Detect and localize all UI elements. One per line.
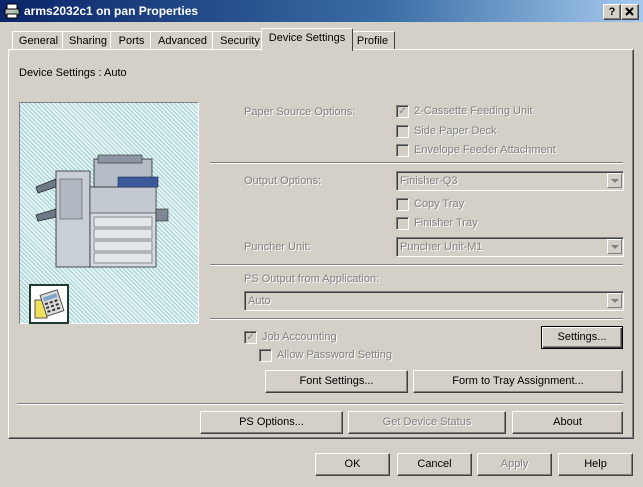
cassette-feeding-label: 2-Cassette Feeding Unit (414, 105, 533, 117)
help-title-button[interactable]: ? (603, 4, 621, 20)
title-bar[interactable]: arms2032c1 on pan Properties ? (0, 0, 643, 22)
help-button[interactable]: Help (558, 453, 633, 476)
tab-advanced[interactable]: Advanced (150, 31, 215, 50)
device-image-frame (19, 102, 199, 324)
separator (210, 162, 623, 164)
puncher-unit-value: Puncher Unit-M1 (400, 241, 483, 253)
chevron-down-icon (607, 239, 622, 254)
puncher-unit-label: Puncher Unit: (244, 241, 311, 253)
button-label: Help (584, 458, 607, 470)
copy-tray-checkbox[interactable] (396, 198, 409, 211)
button-label: About (553, 416, 582, 428)
side-paper-deck-label: Side Paper Deck (414, 125, 497, 137)
button-label: OK (344, 458, 361, 470)
tab-device-settings[interactable]: Device Settings (261, 28, 353, 51)
output-options-label: Output Options: (244, 175, 322, 187)
copy-tray-label: Copy Tray (414, 198, 465, 210)
ps-output-label: PS Output from Application: (244, 273, 380, 285)
finisher-tray-checkbox[interactable] (396, 217, 409, 230)
tab-label: Advanced (158, 35, 207, 47)
button-label: PS Options... (239, 416, 304, 428)
button-label: Form to Tray Assignment... (452, 375, 584, 387)
printer-icon (4, 3, 20, 19)
ok-button[interactable]: OK (315, 453, 390, 476)
tab-sharing[interactable]: Sharing (62, 31, 114, 50)
output-options-select[interactable]: Finisher-Q3 (396, 171, 624, 191)
button-label: Apply (500, 458, 529, 470)
tab-label: Device Settings (268, 32, 346, 44)
device-settings-label: Device Settings : Auto (19, 67, 127, 79)
tab-label: Security (220, 35, 260, 47)
allow-password-checkbox[interactable] (259, 349, 272, 362)
tab-general[interactable]: General (12, 31, 65, 50)
cassette-feeding-checkbox[interactable]: ✓ (396, 105, 409, 118)
close-button[interactable] (621, 4, 639, 20)
chevron-down-icon (607, 293, 622, 308)
tab-ports[interactable]: Ports (110, 31, 153, 50)
tab-security[interactable]: Security (212, 31, 268, 50)
copier-illustration (35, 154, 169, 268)
tab-label: General (18, 35, 59, 47)
tab-label: Profile (356, 35, 389, 47)
ps-options-button[interactable]: PS Options... (200, 411, 343, 434)
form-to-tray-button[interactable]: Form to Tray Assignment... (413, 370, 623, 393)
output-options-value: Finisher-Q3 (400, 175, 458, 187)
tab-label: Ports (118, 35, 145, 47)
font-settings-button[interactable]: Font Settings... (265, 370, 408, 393)
separator (210, 264, 623, 266)
side-paper-deck-checkbox[interactable] (396, 125, 409, 138)
settings-button[interactable]: Settings... (541, 326, 623, 349)
envelope-feeder-label: Envelope Feeder Attachment (414, 144, 556, 156)
separator (17, 403, 623, 405)
apply-button[interactable]: Apply (477, 453, 552, 476)
envelope-feeder-checkbox[interactable] (396, 144, 409, 157)
button-label: Settings... (557, 331, 607, 343)
window-title: arms2032c1 on pan Properties (24, 4, 199, 18)
paper-source-label: Paper Source Options: (244, 106, 356, 118)
puncher-unit-select[interactable]: Puncher Unit-M1 (396, 237, 624, 257)
cancel-button[interactable]: Cancel (397, 453, 472, 476)
separator (210, 318, 623, 320)
calculator-icon (29, 284, 69, 324)
chevron-down-icon (607, 173, 622, 188)
get-device-status-button[interactable]: Get Device Status (348, 411, 506, 434)
button-label: Cancel (417, 458, 452, 470)
close-icon (625, 7, 634, 16)
job-accounting-checkbox[interactable]: ✓ (244, 331, 257, 344)
finisher-tray-label: Finisher Tray (414, 217, 478, 229)
tab-label: Sharing (69, 35, 107, 47)
ps-output-value: Auto (248, 295, 271, 307)
allow-password-label: Allow Password Setting (277, 349, 392, 361)
button-label: Font Settings... (299, 375, 374, 387)
ps-output-select[interactable]: Auto (244, 291, 624, 311)
button-label: Get Device Status (382, 416, 472, 428)
tab-profile[interactable]: Profile (350, 31, 395, 50)
about-button[interactable]: About (512, 411, 623, 434)
job-accounting-label: Job Accounting (262, 331, 337, 343)
